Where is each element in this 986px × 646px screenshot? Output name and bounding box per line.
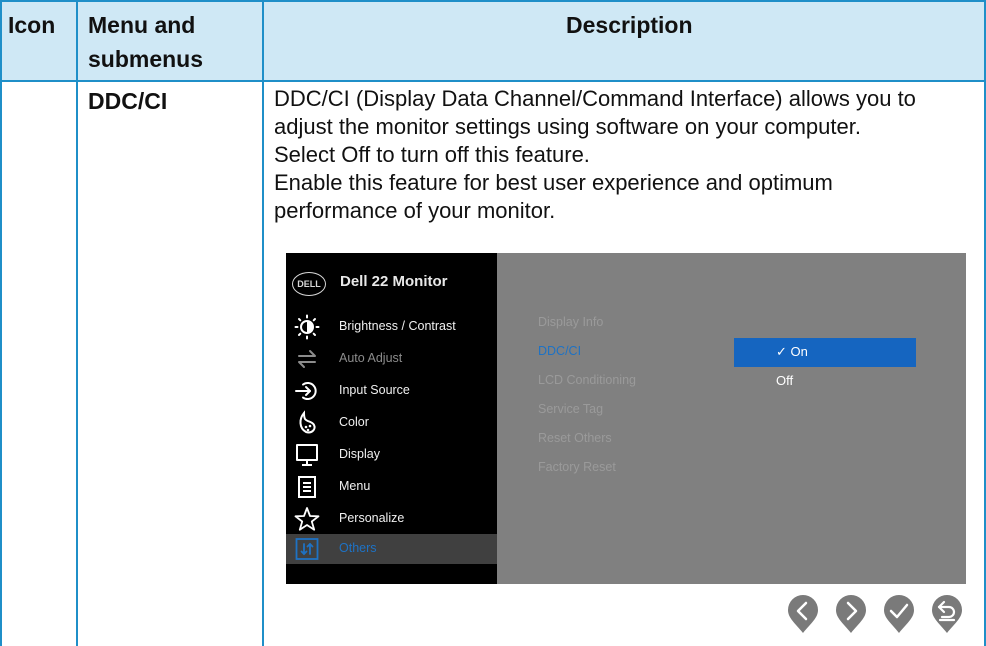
table-header-divider [0,80,986,82]
submenu-display-info[interactable]: Display Info [538,315,603,329]
osd-menu-input-source[interactable]: Input Source [286,376,497,406]
osd-menu-others[interactable]: Others [286,534,497,564]
osd-menu-label: Brightness / Contrast [339,319,456,333]
submenu-service-tag[interactable]: Service Tag [538,402,603,416]
osd-menu-label: Color [339,415,369,429]
option-off[interactable]: Off [776,373,793,388]
table-top-border [0,0,986,2]
dell-logo: DELL [292,272,326,296]
color-icon [299,410,316,434]
option-on-text: On [790,344,808,359]
osd-submenu-panel [497,253,966,584]
osd-menu-label: Menu [339,479,371,493]
input-source-icon [295,382,317,400]
osd-menu-label: Display [339,447,380,461]
submenu-factory-reset[interactable]: Factory Reset [538,460,616,474]
osd-menu-label: Input Source [339,383,410,397]
description-line: Select Off to turn off this feature. [274,142,590,167]
osd-menu-personalize[interactable]: Personalize [286,504,497,534]
description-line: adjust the monitor settings using softwa… [274,114,861,139]
submenu-reset-others[interactable]: Reset Others [538,431,612,445]
checkmark-icon: ✓ [776,344,787,359]
exit-icon[interactable] [930,594,964,634]
display-icon [296,444,318,466]
check-icon[interactable] [882,594,916,634]
osd-menu-auto-adjust[interactable]: Auto Adjust [286,344,497,374]
table-divider-icon-menu [76,0,78,646]
header-menu-line2: submenus [88,46,204,72]
osd-screenshot: DELL Dell 22 Monitor Brightness / Contra… [286,253,966,584]
auto-adjust-icon [298,350,316,368]
osd-menu-brightness-contrast[interactable]: Brightness / Contrast [286,312,497,342]
header-menu-line1: Menu and [88,12,196,38]
description-text: DDC/CI (Display Data Channel/Command Int… [274,85,974,225]
left-arrow-icon[interactable] [786,594,820,634]
osd-menu-label: Personalize [339,511,405,525]
option-on-label: ✓ On [776,344,808,360]
osd-main-menu: DELL Dell 22 Monitor Brightness / Contra… [286,253,497,584]
description-line: DDC/CI (Display Data Channel/Command Int… [274,86,916,111]
osd-menu-display[interactable]: Display [286,440,497,470]
option-on[interactable]: ✓ On [734,338,916,367]
table-divider-menu-description [262,0,264,646]
others-icon [295,538,319,560]
brightness-icon [294,314,320,340]
menu-icon [298,476,316,498]
osd-menu-color[interactable]: Color [286,408,497,438]
header-description: Description [566,12,693,38]
description-line: performance of your monitor. [274,198,556,223]
osd-menu-label: Auto Adjust [339,351,403,365]
header-icon: Icon [8,12,56,38]
menu-name-ddcci: DDC/CI [88,88,168,114]
osd-menu-menu[interactable]: Menu [286,472,497,502]
right-arrow-icon[interactable] [834,594,868,634]
osd-menu-label: Others [339,541,377,555]
table-left-border [0,0,2,646]
description-line: Enable this feature for best user experi… [274,170,833,195]
osd-title: Dell 22 Monitor [340,273,448,290]
submenu-lcd-conditioning[interactable]: LCD Conditioning [538,373,636,387]
submenu-ddcci[interactable]: DDC/CI [538,344,581,358]
star-icon [294,507,320,531]
